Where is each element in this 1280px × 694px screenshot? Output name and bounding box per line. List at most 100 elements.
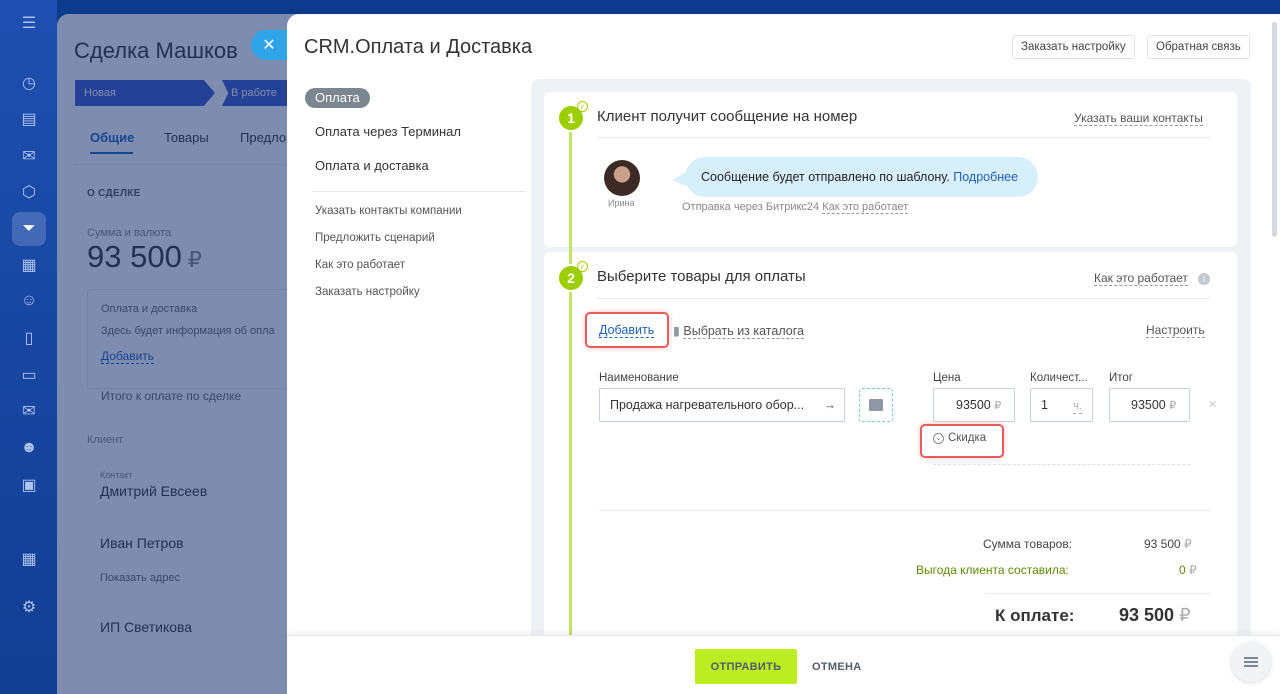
menu-item-terminal[interactable]: Оплата через Терминал <box>315 124 461 139</box>
how-it-works-link[interactable]: Как это работает <box>822 201 909 214</box>
send-button[interactable]: ОТПРАВИТЬ <box>695 649 797 684</box>
goods-sum-value: 93 500 <box>1144 537 1181 551</box>
menu-item-payment-delivery[interactable]: Оплата и доставка <box>315 158 429 173</box>
close-icon: ✕ <box>262 37 276 54</box>
configure-link[interactable]: Настроить <box>1146 323 1205 338</box>
tab-general[interactable]: Общие <box>90 130 134 145</box>
tab-products[interactable]: Товары <box>164 130 209 145</box>
price-currency: ₽ <box>994 400 1002 412</box>
arrow-right-icon[interactable]: → <box>824 389 837 421</box>
company-name[interactable]: ИП Светикова <box>100 619 192 635</box>
select-from-catalog-link[interactable]: Выбрать из каталога <box>683 324 804 339</box>
total-currency: ₽ <box>1169 400 1177 412</box>
send-via: Отправка через Битрикс24 Как это работае… <box>682 201 909 214</box>
col-name-label: Наименование <box>599 372 679 384</box>
quantity-input[interactable]: 1 ч. <box>1030 388 1093 422</box>
menu-sub-order-setup[interactable]: Заказать настройку <box>315 286 420 298</box>
chevron-down-icon: ⌄ <box>933 432 944 444</box>
delivery-add-link[interactable]: Добавить <box>101 349 155 364</box>
stage-new[interactable]: Новая <box>75 80 215 106</box>
qty-unit[interactable]: ч. <box>1073 399 1082 414</box>
steps-timeline <box>569 120 572 640</box>
col-price-label: Цена <box>933 372 961 384</box>
deal-title: Сделка Машков <box>74 38 238 63</box>
document-icon[interactable]: ▯ <box>18 327 40 349</box>
discount-toggle[interactable]: ⌄ Скидка <box>933 432 986 444</box>
check-icon: ✓ <box>577 261 588 272</box>
presentation-icon[interactable]: ▣ <box>18 474 40 496</box>
activity-icon[interactable]: ◷ <box>18 72 40 94</box>
message-bubble: Сообщение будет отправлено по шаблону. П… <box>685 157 1038 197</box>
goods-sum-currency: ₽ <box>1184 537 1192 551</box>
catalog[interactable]: ▮ Выбрать из каталога <box>673 323 804 339</box>
settings-icon[interactable]: ⚙ <box>18 596 40 618</box>
menu-sub-suggest-scenario[interactable]: Предложить сценарий <box>315 232 435 244</box>
tab-offers[interactable]: Предло <box>240 130 286 145</box>
chat-icon[interactable]: ✉ <box>18 145 40 167</box>
order-setup-button[interactable]: Заказать настройку <box>1012 35 1135 59</box>
footer-bar: ОТПРАВИТЬ ОТМЕНА <box>287 635 1280 694</box>
scrollbar[interactable] <box>1272 22 1277 237</box>
goods-sum: 93 500 ₽ <box>1144 537 1192 551</box>
menu-item-payment[interactable]: Оплата <box>305 88 370 108</box>
deal-sum: 93 500 ₽ <box>87 239 202 275</box>
sum-label: Сумма и валюта <box>87 227 172 239</box>
image-icon <box>869 399 883 411</box>
total-label: Итого к оплате по сделке <box>101 389 242 403</box>
crm-funnel-icon[interactable]: ⏷ <box>18 218 40 240</box>
total-input[interactable]: 93500 ₽ <box>1109 388 1190 422</box>
menu-divider <box>312 191 525 192</box>
info-icon[interactable]: i <box>1198 273 1210 285</box>
contact-name-2[interactable]: Иван Петров <box>100 535 184 551</box>
show-address-link[interactable]: Показать адрес <box>100 572 180 584</box>
close-slider-button[interactable]: ✕ <box>251 30 289 60</box>
stage-in-progress[interactable]: В работе <box>222 80 297 106</box>
menu-sub-company-contacts[interactable]: Указать контакты компании <box>315 205 462 217</box>
benefit-label: Выгода клиента составила: <box>916 563 1069 577</box>
specify-contacts-link[interactable]: Указать ваши контакты <box>1074 111 1203 126</box>
hexagon-icon[interactable]: ⬡ <box>18 181 40 203</box>
message-more-link[interactable]: Подробнее <box>953 170 1018 184</box>
menu-fab-button[interactable] <box>1231 642 1271 682</box>
step1-title: Клиент получит сообщение на номер <box>597 108 858 125</box>
product-name-input[interactable]: Продажа нагревательного обор... → <box>599 388 845 422</box>
calendar-icon[interactable]: ▦ <box>18 254 40 276</box>
card-icon[interactable]: ▭ <box>18 364 40 386</box>
step2-title: Выберите товары для оплаты <box>597 268 806 285</box>
remove-row-icon[interactable]: ✕ <box>1208 398 1217 411</box>
sum-currency: ₽ <box>187 247 202 272</box>
how-it-works-link[interactable]: Как это работает <box>1094 271 1188 286</box>
avatar-name: Ирина <box>608 198 635 208</box>
menu-sub-how-it-works[interactable]: Как это работает <box>315 259 405 271</box>
send-via-text: Отправка через Битрикс24 <box>682 201 820 213</box>
grand-total-label: К оплате: <box>995 606 1075 625</box>
list-icon <box>1244 661 1258 663</box>
contacts-icon[interactable]: ☻ <box>18 437 40 459</box>
delivery-title: Оплата и доставка <box>101 303 198 315</box>
mail-icon[interactable]: ✉ <box>18 400 40 422</box>
check-icon: ✓ <box>577 101 588 112</box>
bubble-tail <box>672 172 686 186</box>
menu-icon[interactable]: ☰ <box>18 12 40 34</box>
book-icon: ▮ <box>673 324 680 338</box>
divider <box>597 137 1210 138</box>
total-value: 93500 <box>1131 398 1166 412</box>
sum-value: 93 500 <box>87 239 182 274</box>
image-upload[interactable] <box>859 388 893 422</box>
grid-icon[interactable]: ▦ <box>18 548 40 570</box>
contact-name-1[interactable]: Дмитрий Евсеев <box>100 483 207 499</box>
cancel-button[interactable]: ОТМЕНА <box>812 649 861 684</box>
price-input[interactable]: 93500 ₽ <box>933 388 1015 422</box>
client-label: Клиент <box>87 434 124 446</box>
col-total-label: Итог <box>1109 372 1133 384</box>
divider <box>985 593 1210 594</box>
divider <box>74 164 297 165</box>
tasks-icon[interactable]: ▤ <box>18 108 40 130</box>
panel-title: CRM.Оплата и Доставка <box>304 36 533 58</box>
add-product-link[interactable]: Добавить <box>599 323 655 338</box>
feedback-button[interactable]: Обратная связь <box>1147 35 1250 59</box>
benefit-currency: ₽ <box>1189 563 1197 577</box>
discount-label: Скидка <box>948 432 987 444</box>
robot-icon[interactable]: ☺ <box>18 290 40 312</box>
left-sidebar: ☰ ◷ ▤ ✉ ⬡ ⏷ ▦ ☺ ▯ ▭ ✉ ☻ ▣ ▦ ⚙ <box>0 0 57 694</box>
